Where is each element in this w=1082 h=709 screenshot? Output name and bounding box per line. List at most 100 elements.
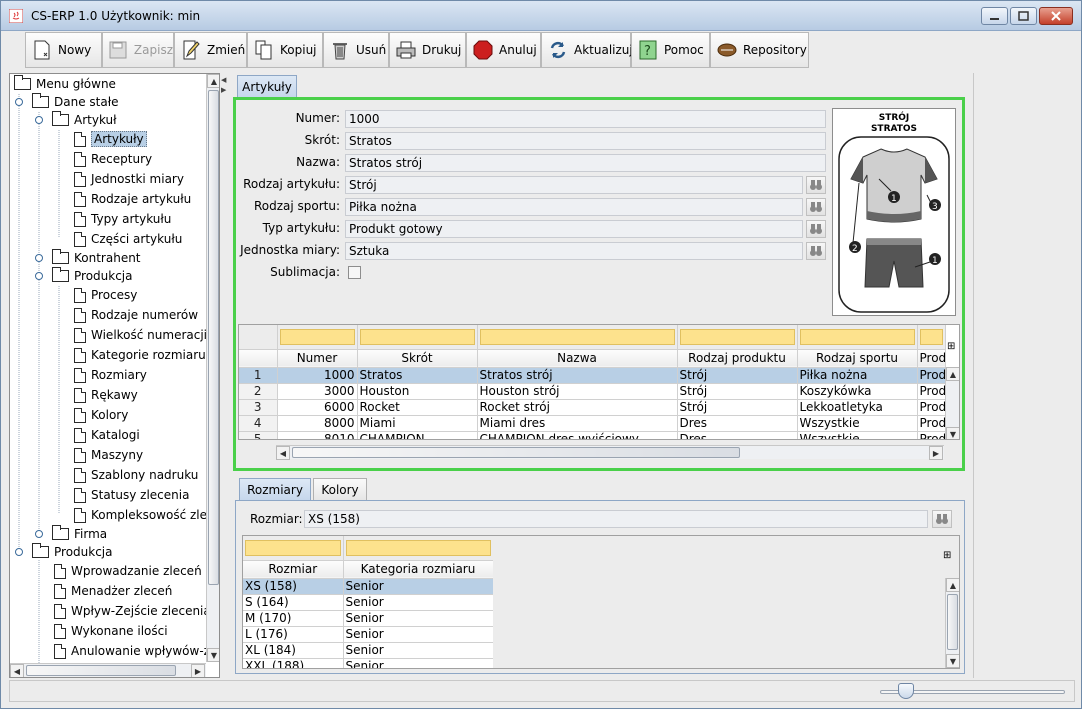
cell-rozmiar[interactable]: XL (184): [243, 642, 344, 659]
nazwa-field[interactable]: Stratos strój: [345, 154, 826, 172]
cell-prod[interactable]: Prod: [917, 383, 946, 400]
cell-numer[interactable]: 8010: [277, 431, 358, 439]
cell-rodzaj[interactable]: Dres: [677, 415, 798, 432]
tree-item-kolory[interactable]: Kolory: [74, 405, 128, 425]
column-header-rodzaj-produktu[interactable]: Rodzaj produktu: [677, 349, 798, 368]
maximize-button[interactable]: [1010, 7, 1037, 25]
table-row[interactable]: XS (158) Senior: [243, 578, 494, 595]
cell-sport[interactable]: Wszystkie: [797, 431, 918, 439]
cell-numer[interactable]: 8000: [277, 415, 358, 432]
tree-toggle[interactable]: [35, 530, 43, 538]
tree-node-kontrahent[interactable]: Kontrahent: [52, 248, 141, 268]
table-row[interactable]: 4 8000 Miami Miami dres Dres Wszystkie P…: [239, 415, 946, 432]
tree-item-jednostki-miary[interactable]: Jednostki miary: [74, 169, 184, 189]
cell-numer[interactable]: 1000: [277, 367, 358, 384]
tree-item-kategorie-rozmiaru[interactable]: Kategorie rozmiaru: [74, 345, 206, 365]
tree-item-rozmiary[interactable]: Rozmiary: [74, 365, 147, 385]
scrollbar-thumb[interactable]: [947, 594, 958, 650]
scroll-up-icon[interactable]: ▲: [946, 578, 959, 592]
tree-item-anulowanie-wplywow[interactable]: Anulowanie wpływów-zej: [54, 641, 219, 661]
filter-rodzaj[interactable]: [677, 325, 798, 350]
tree-item-procesy[interactable]: Procesy: [74, 285, 137, 305]
refresh-button[interactable]: Aktualizuj: [541, 32, 633, 68]
sublimacja-checkbox[interactable]: [348, 266, 361, 279]
tab-kolory[interactable]: Kolory: [313, 478, 367, 500]
skrot-field[interactable]: Stratos: [345, 132, 826, 150]
tab-rozmiary[interactable]: Rozmiary: [239, 478, 311, 500]
scrollbar-thumb[interactable]: [292, 447, 740, 458]
tab-artykuly[interactable]: Artykuły: [237, 75, 297, 97]
filter-rozmiar[interactable]: [243, 536, 344, 561]
minimize-button[interactable]: [981, 7, 1008, 25]
scroll-up-icon[interactable]: ▲: [946, 367, 959, 381]
cell-rozmiar[interactable]: M (170): [243, 610, 344, 627]
tree-item-wykonane-ilosci[interactable]: Wykonane ilości: [54, 621, 168, 641]
cell-skrot[interactable]: Rocket: [357, 399, 478, 416]
tree-node-firma[interactable]: Firma: [52, 524, 107, 544]
cell-rozmiar[interactable]: XXL (188): [243, 658, 344, 668]
tree-item-wielkosc-numeracji[interactable]: Wielkość numeracji: [74, 325, 207, 345]
cell-prod[interactable]: Prod: [917, 431, 946, 439]
column-header-prod[interactable]: Prod: [917, 349, 946, 368]
lookup-rozmiar-button[interactable]: [932, 510, 952, 528]
rodzaj-sportu-field[interactable]: Piłka nożna: [345, 198, 803, 216]
filter-kategoria[interactable]: [343, 536, 494, 561]
column-header-numer[interactable]: Numer: [277, 349, 358, 368]
lookup-rodzaj-sportu-button[interactable]: [806, 198, 826, 216]
tree-item-artykuly[interactable]: Artykuły: [74, 129, 147, 149]
cell-kategoria[interactable]: Senior: [343, 642, 494, 659]
articles-vertical-scrollbar[interactable]: ▲ ▼: [945, 367, 959, 439]
tree-item-statusy-zlecenia[interactable]: Statusy zlecenia: [74, 485, 189, 505]
cell-sport[interactable]: Lekkoatletyka: [797, 399, 918, 416]
filter-sport[interactable]: [797, 325, 918, 350]
lookup-jednostka-button[interactable]: [806, 242, 826, 260]
edit-button[interactable]: Zmień: [174, 32, 247, 68]
tree-toggle[interactable]: [35, 254, 43, 262]
cell-kategoria[interactable]: Senior: [343, 578, 494, 595]
delete-button[interactable]: Usuń: [323, 32, 389, 68]
scroll-right-icon[interactable]: ▶: [191, 664, 205, 677]
rodzaj-artykulu-field[interactable]: Strój: [345, 176, 803, 194]
scroll-down-icon[interactable]: ▼: [946, 427, 959, 439]
scrollbar-thumb[interactable]: [26, 665, 176, 676]
tree-toggle[interactable]: [15, 548, 23, 556]
cell-skrot[interactable]: Miami: [357, 415, 478, 432]
filter-numer[interactable]: [277, 325, 358, 350]
cell-sport[interactable]: Koszykówka: [797, 383, 918, 400]
cell-rozmiar[interactable]: L (176): [243, 626, 344, 643]
tree-item-menadzer-zlecen[interactable]: Menadżer zleceń: [54, 581, 172, 601]
table-row[interactable]: XXL (188) Senior: [243, 658, 494, 668]
cell-prod[interactable]: Prod: [917, 399, 946, 416]
cell-nazwa[interactable]: Rocket strój: [477, 399, 678, 416]
cell-rozmiar[interactable]: S (164): [243, 594, 344, 611]
cell-sport[interactable]: Wszystkie: [797, 415, 918, 432]
cell-nazwa[interactable]: CHAMPION dres wyjściowy: [477, 431, 678, 439]
table-row[interactable]: 5 8010 CHAMPION CHAMPION dres wyjściowy …: [239, 431, 946, 439]
print-button[interactable]: Drukuj: [389, 32, 466, 68]
cell-rodzaj[interactable]: Dres: [677, 431, 798, 439]
cell-rodzaj[interactable]: Strój: [677, 367, 798, 384]
scroll-up-icon[interactable]: ▲: [207, 74, 219, 88]
tree-item-rekawy[interactable]: Rękawy: [74, 385, 138, 405]
table-row[interactable]: M (170) Senior: [243, 610, 494, 627]
typ-artykulu-field[interactable]: Produkt gotowy: [345, 220, 803, 238]
lookup-rodzaj-artykulu-button[interactable]: [806, 176, 826, 194]
cancel-button[interactable]: Anuluj: [466, 32, 541, 68]
scroll-left-icon[interactable]: ◀: [10, 664, 24, 677]
column-chooser-icon[interactable]: ⊞: [947, 341, 955, 352]
tree-item-typy-artykulu[interactable]: Typy artykułu: [74, 209, 171, 229]
tree-item-szablony-nadruku[interactable]: Szablony nadruku: [74, 465, 198, 485]
table-row[interactable]: 1 1000 Stratos Stratos strój Strój Piłka…: [239, 367, 946, 384]
tree-item-katalogi[interactable]: Katalogi: [74, 425, 140, 445]
tree-item-czesci-artykulu[interactable]: Części artykułu: [74, 229, 182, 249]
tree-toggle[interactable]: [35, 272, 43, 280]
tree-node-dane-stale[interactable]: Dane stałe: [32, 92, 119, 112]
lookup-typ-artykulu-button[interactable]: [806, 220, 826, 238]
cell-rodzaj[interactable]: Strój: [677, 383, 798, 400]
tree-node-artykul[interactable]: Artykuł: [52, 110, 117, 130]
scroll-left-icon[interactable]: ◀: [276, 446, 290, 460]
scroll-down-icon[interactable]: ▼: [207, 648, 219, 662]
table-row[interactable]: XL (184) Senior: [243, 642, 494, 659]
tree-item-wprowadzanie-zlecen[interactable]: Wprowadzanie zleceń: [54, 561, 202, 581]
tree-item-kompleksowosc-zlecenia[interactable]: Kompleksowość zlec: [74, 505, 214, 525]
